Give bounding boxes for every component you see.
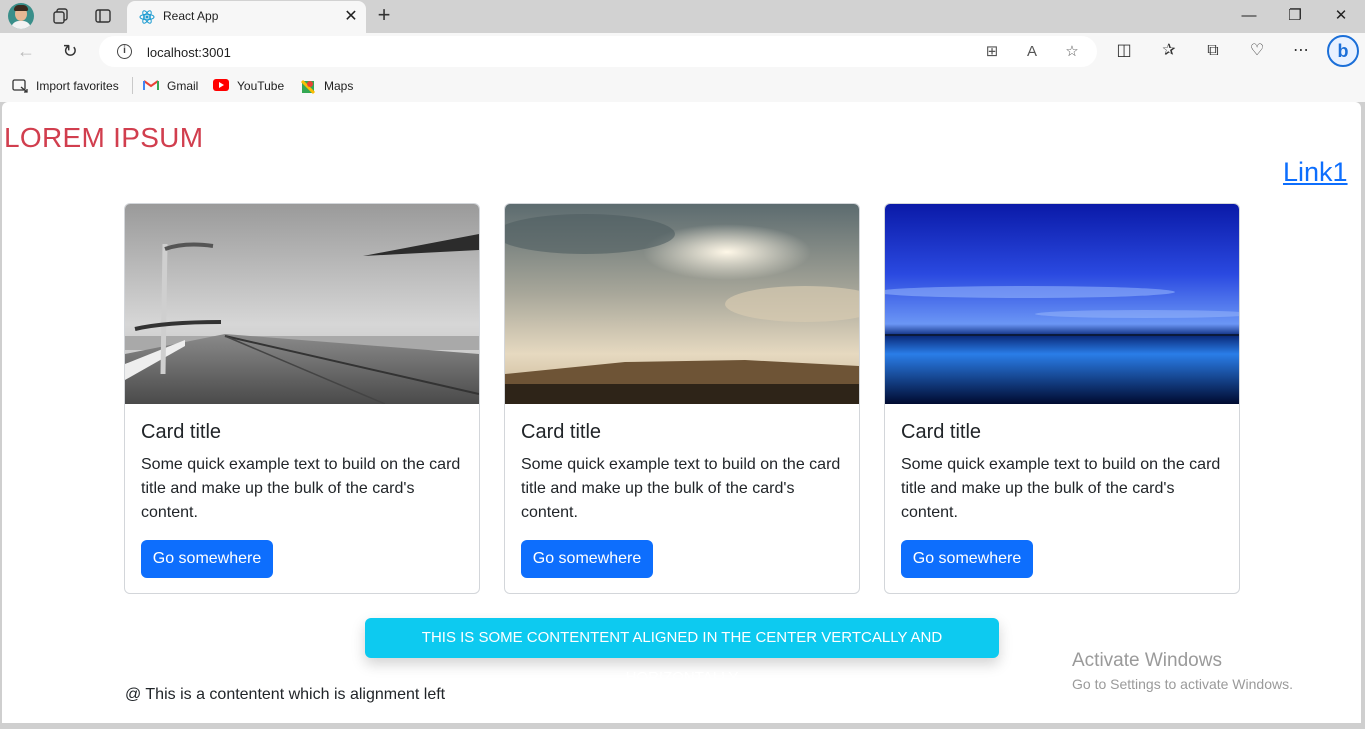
go-somewhere-button[interactable]: Go somewhere [141, 540, 273, 578]
favorite-import[interactable]: Import favorites [12, 78, 119, 94]
new-tab-button[interactable]: + [373, 4, 395, 28]
favorite-star-icon[interactable]: ☆ [1062, 42, 1082, 62]
tab-react-app[interactable]: React App ✕ [127, 1, 366, 33]
app-available-icon[interactable]: ⊞ [982, 42, 1002, 62]
bing-copilot-icon[interactable]: b [1327, 35, 1359, 67]
link1[interactable]: Link1 [1283, 157, 1348, 188]
window-bottom-edge [0, 723, 1365, 729]
favorite-gmail[interactable]: Gmail [143, 78, 198, 94]
page-viewport: LOREM IPSUM Link1 Card title Some quick … [2, 102, 1361, 723]
page-title: LOREM IPSUM [4, 122, 204, 153]
activate-windows-watermark: Activate Windows Go to Settings to activ… [1072, 650, 1293, 692]
tab-strip: React App ✕ + — ❐ ✕ [0, 0, 1365, 33]
react-icon [139, 9, 155, 25]
youtube-icon [213, 79, 229, 93]
left-aligned-text: @ This is a contentent which is alignmen… [125, 686, 446, 703]
url-text[interactable]: localhost:3001 [147, 45, 231, 60]
tab-actions-icon[interactable] [91, 5, 115, 27]
workspaces-icon[interactable] [49, 5, 73, 27]
tab-title: React App [163, 9, 219, 23]
site-info-icon[interactable]: i [117, 44, 132, 59]
collections-icon[interactable]: ⧉ [1201, 40, 1225, 62]
profile-avatar[interactable] [8, 3, 34, 29]
maps-icon [300, 79, 316, 95]
close-window-button[interactable]: ✕ [1318, 4, 1364, 28]
favorite-youtube[interactable]: YouTube [213, 78, 284, 94]
favorite-label: Maps [324, 79, 354, 93]
center-aligned-banner: THIS IS SOME CONTENTENT ALIGNED IN THE C… [365, 618, 999, 686]
card-1: Card title Some quick example text to bu… [124, 203, 480, 594]
activate-subtitle: Go to Settings to activate Windows. [1072, 676, 1293, 692]
card-image-sunset [505, 204, 859, 404]
favorite-label: Gmail [167, 79, 199, 93]
address-toolbar: ← ↻ i localhost:3001 ⊞ A ☆ ◫ ✰ ⧉ ♡ ⋯ b [0, 33, 1365, 69]
go-somewhere-button[interactable]: Go somewhere [901, 540, 1033, 578]
minimize-button[interactable]: — [1226, 4, 1272, 28]
activate-title: Activate Windows [1072, 650, 1222, 671]
card-title: Card title [901, 421, 982, 443]
more-menu-icon[interactable]: ⋯ [1289, 40, 1313, 62]
reload-icon[interactable]: ↻ [58, 40, 82, 62]
card-text: Some quick example text to build on the … [901, 456, 1221, 521]
browser-essentials-icon[interactable]: ♡ [1245, 40, 1269, 62]
card-title: Card title [141, 421, 222, 443]
gmail-icon [143, 79, 159, 93]
card-3: Card title Some quick example text to bu… [884, 203, 1240, 594]
card-2: Card title Some quick example text to bu… [504, 203, 860, 594]
split-screen-icon[interactable]: ◫ [1112, 40, 1136, 62]
favorites-bar: Import favorites Gmail YouTube Maps [0, 69, 1365, 102]
card-title: Card title [521, 421, 602, 443]
card-image-pier [125, 204, 479, 405]
card-image-horizon [885, 204, 1239, 404]
favorite-label: YouTube [237, 79, 285, 93]
read-aloud-icon[interactable]: A [1022, 42, 1042, 62]
card-text: Some quick example text to build on the … [141, 456, 461, 521]
favorite-label: Import favorites [36, 79, 119, 93]
go-somewhere-button[interactable]: Go somewhere [521, 540, 653, 578]
tab-close-icon[interactable]: ✕ [341, 7, 361, 27]
restore-button[interactable]: ❐ [1272, 4, 1318, 28]
favorite-maps[interactable]: Maps [300, 78, 354, 95]
favorites-divider [132, 77, 133, 94]
card-text: Some quick example text to build on the … [521, 456, 841, 521]
address-bar[interactable]: i localhost:3001 ⊞ A ☆ [99, 36, 1097, 67]
back-arrow-icon[interactable]: ← [14, 40, 38, 62]
import-icon [12, 79, 28, 93]
favorites-icon[interactable]: ✰ [1157, 40, 1181, 62]
